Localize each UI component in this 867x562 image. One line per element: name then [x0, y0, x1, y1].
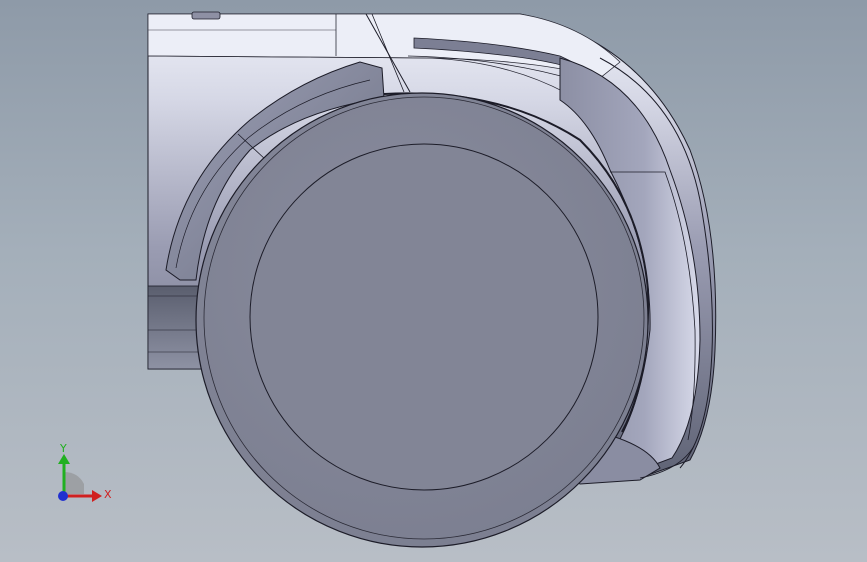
- triad-sweep-arc: [64, 472, 84, 494]
- y-axis-arrowhead: [58, 454, 70, 464]
- coordinate-triad: Y X: [44, 440, 124, 510]
- wheel-rim-circle: [249, 143, 599, 491]
- roof-clip: [191, 11, 221, 20]
- y-axis-label: Y: [59, 442, 67, 455]
- z-axis-dot: [58, 491, 68, 501]
- x-axis-label: X: [104, 488, 112, 501]
- x-axis-arrowhead: [92, 490, 102, 502]
- model-view[interactable]: [0, 0, 867, 562]
- cad-viewport[interactable]: Y X: [0, 0, 867, 562]
